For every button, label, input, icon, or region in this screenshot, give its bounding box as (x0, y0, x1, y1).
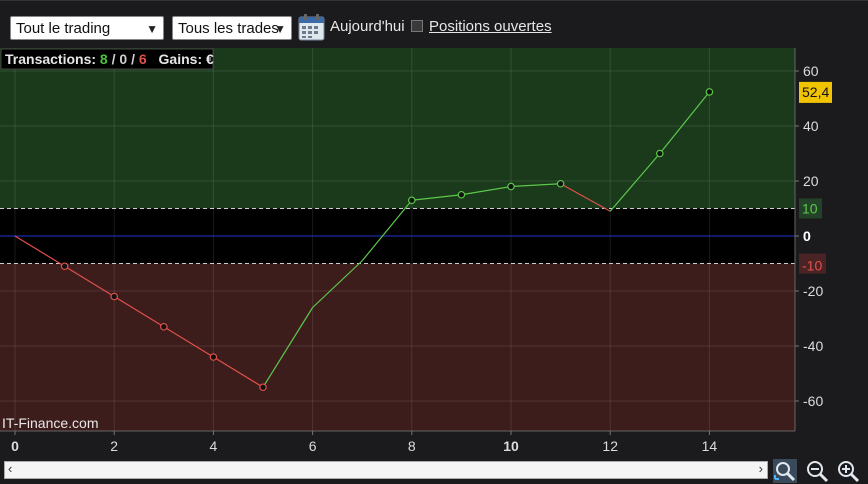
y-tick-label: 60 (803, 63, 819, 79)
data-point (259, 383, 267, 392)
scroll-right-icon[interactable]: › (759, 461, 763, 476)
trading-filter-value: Tout le trading (16, 20, 111, 37)
scroll-left-icon[interactable]: ‹ (8, 461, 12, 476)
y-tick-label: 40 (803, 118, 819, 134)
lower-threshold-label: -10 (802, 258, 822, 274)
data-point (110, 292, 119, 301)
data-point (160, 322, 168, 331)
loss-zone (0, 263, 795, 431)
data-point (209, 353, 218, 361)
x-axis: 0 2 4 6 8 10 12 14 (11, 431, 717, 454)
zoom-out-icon[interactable] (805, 459, 829, 483)
y-tick-label: 20 (803, 173, 819, 189)
toolbar: Tout le trading ▼ Tous les trades ▼ Aujo… (0, 0, 868, 49)
x-tick-label: 0 (11, 438, 19, 454)
upper-threshold-label: 10 (802, 201, 818, 217)
x-tick-label: 6 (309, 438, 317, 454)
losses-count: 6 (139, 51, 147, 67)
bottom-bar: ‹ › (0, 458, 868, 484)
x-tick-label: 2 (110, 438, 118, 454)
horizontal-scrollbar[interactable]: ‹ › (4, 461, 768, 479)
y-axis: 6040200-20-40-60010-1052,4 (795, 63, 832, 409)
stats-separator: / (131, 51, 135, 67)
x-tick-label: 8 (408, 438, 416, 454)
chart-zones (0, 48, 795, 431)
y-tick-label: -20 (803, 283, 823, 299)
zero-label: 0 (803, 228, 811, 244)
chevron-down-icon: ▼ (274, 22, 286, 36)
transactions-label: Transactions: (5, 51, 96, 67)
win-zone (0, 48, 795, 209)
x-tick-label: 4 (210, 438, 218, 454)
data-point (407, 196, 416, 205)
x-tick-label: 14 (702, 438, 718, 454)
wins-count: 8 (100, 51, 108, 67)
last-value-label: 52,4 (802, 84, 829, 100)
open-positions-checkbox[interactable] (411, 20, 423, 32)
today-link[interactable]: Aujourd'hui (330, 18, 405, 35)
calendar-icon[interactable] (298, 13, 325, 41)
x-tick-label: 10 (503, 438, 519, 454)
zoom-fit-icon[interactable] (773, 459, 797, 483)
trading-filter-select[interactable]: Tout le trading ▼ (10, 16, 164, 40)
data-point (60, 262, 69, 271)
currency: € (206, 51, 214, 67)
chevron-down-icon: ▼ (146, 22, 158, 36)
data-point (507, 182, 515, 191)
neutral-count: 0 (119, 51, 127, 67)
data-point (556, 179, 565, 188)
equity-chart: 60 40 20 0 -20 -40 -60 0 10 -10 52,4 0 2 4 6 8 10 12 14 T… (0, 48, 832, 454)
trades-filter-select[interactable]: Tous les trades ▼ (172, 16, 292, 40)
x-tick-label: 12 (602, 438, 618, 454)
gains-label: Gains: (159, 51, 203, 67)
data-point (457, 190, 466, 199)
data-point (655, 149, 664, 158)
zoom-in-icon[interactable] (836, 459, 860, 483)
svg-text:Transactions: 8 /: Transactions: 8 / 0 / 6 Gains: € (5, 51, 214, 67)
data-point (705, 88, 714, 96)
trades-filter-value: Tous les trades (178, 20, 279, 37)
stats-separator: / (112, 51, 116, 67)
watermark: IT-Finance.com (2, 415, 98, 431)
open-positions-label[interactable]: Positions ouvertes (429, 18, 552, 35)
y-tick-label: -40 (803, 338, 823, 354)
y-tick-label: -60 (803, 393, 823, 409)
stats-box: Transactions: 8 / 0 / 6 Gains: € (0, 48, 214, 70)
